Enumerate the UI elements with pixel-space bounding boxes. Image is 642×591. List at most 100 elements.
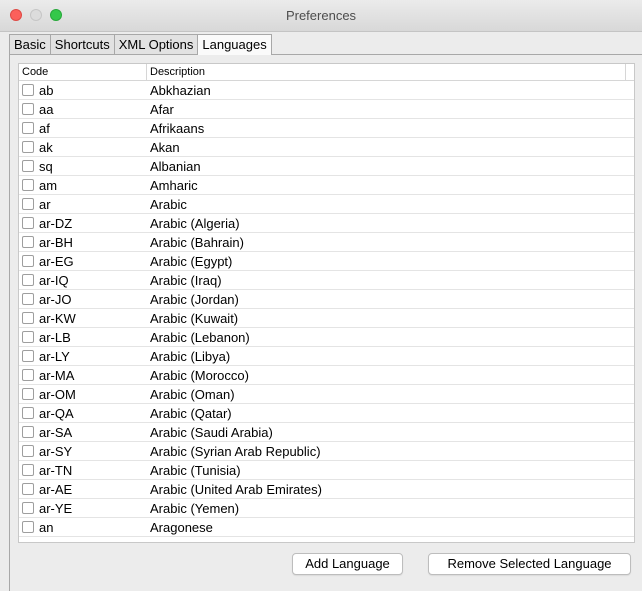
language-description: Arabic (Saudi Arabia)	[150, 424, 273, 440]
code-cell: ar-DZ	[19, 216, 147, 231]
language-description: Arabic (Morocco)	[150, 367, 249, 383]
title-bar: Preferences	[0, 0, 642, 32]
language-description: Akan	[150, 139, 180, 155]
tab-xml-options[interactable]: XML Options	[113, 34, 199, 54]
language-checkbox[interactable]	[22, 198, 34, 210]
column-header-description[interactable]: Description	[147, 64, 626, 80]
language-checkbox[interactable]	[22, 312, 34, 324]
table-row[interactable]: ar-SA Arabic (Saudi Arabia)	[19, 423, 634, 442]
language-checkbox[interactable]	[22, 350, 34, 362]
language-checkbox[interactable]	[22, 445, 34, 457]
code-cell: ar-SY	[19, 444, 147, 459]
table-row[interactable]: ar-SY Arabic (Syrian Arab Republic)	[19, 442, 634, 461]
table-row[interactable]: ar-LY Arabic (Libya)	[19, 347, 634, 366]
language-checkbox[interactable]	[22, 521, 34, 533]
table-row[interactable]: ar-JO Arabic (Jordan)	[19, 290, 634, 309]
language-code: ab	[39, 82, 54, 98]
table-row[interactable]: ab Abkhazian	[19, 81, 634, 100]
tab-basic[interactable]: Basic	[9, 34, 51, 54]
language-checkbox[interactable]	[22, 369, 34, 381]
languages-panel: Code Description ab Abkhazian aa Afar af Afri…	[9, 54, 642, 591]
language-checkbox[interactable]	[22, 426, 34, 438]
language-description: Arabic (Bahrain)	[150, 234, 244, 250]
language-description: Afrikaans	[150, 120, 205, 136]
language-description: Arabic (Jordan)	[150, 291, 239, 307]
table-row[interactable]: ar-LB Arabic (Lebanon)	[19, 328, 634, 347]
language-checkbox[interactable]	[22, 160, 34, 172]
table-row[interactable]: ar Arabic	[19, 195, 634, 214]
tab-bar: Basic Shortcuts XML Options Languages	[9, 34, 272, 55]
language-code: af	[39, 120, 50, 136]
language-description: Arabic (Libya)	[150, 348, 231, 364]
language-code: sq	[39, 158, 53, 174]
table-row[interactable]: ar-DZ Arabic (Algeria)	[19, 214, 634, 233]
language-checkbox[interactable]	[22, 293, 34, 305]
language-checkbox[interactable]	[22, 255, 34, 267]
language-description: Arabic (Yemen)	[150, 500, 240, 516]
language-description: Aragonese	[150, 519, 213, 535]
language-code: ar-LB	[39, 329, 71, 345]
language-checkbox[interactable]	[22, 502, 34, 514]
code-cell: am	[19, 178, 147, 193]
language-code: ar-DZ	[39, 215, 73, 231]
languages-table[interactable]: Code Description ab Abkhazian aa Afar af Afri…	[18, 63, 635, 543]
language-checkbox[interactable]	[22, 122, 34, 134]
code-cell: ar-LB	[19, 330, 147, 345]
language-code: ar-EG	[39, 253, 74, 269]
table-row[interactable]: ar-AE Arabic (United Arab Emirates)	[19, 480, 634, 499]
table-row[interactable]: an Aragonese	[19, 518, 634, 537]
language-checkbox[interactable]	[22, 274, 34, 286]
code-cell: ar-JO	[19, 292, 147, 307]
add-language-button[interactable]: Add Language	[292, 553, 403, 575]
code-cell: aa	[19, 102, 147, 117]
table-row[interactable]: aa Afar	[19, 100, 634, 119]
table-row[interactable]: af Afrikaans	[19, 119, 634, 138]
table-row[interactable]: sq Albanian	[19, 157, 634, 176]
language-code: ar-IQ	[39, 272, 69, 288]
language-code: ar	[39, 196, 51, 212]
table-row[interactable]: am Amharic	[19, 176, 634, 195]
table-row[interactable]: ar-YE Arabic (Yemen)	[19, 499, 634, 518]
table-row[interactable]: ak Akan	[19, 138, 634, 157]
language-checkbox[interactable]	[22, 331, 34, 343]
language-description: Arabic (Lebanon)	[150, 329, 250, 345]
language-code: ar-BH	[39, 234, 73, 250]
language-checkbox[interactable]	[22, 217, 34, 229]
code-cell: an	[19, 520, 147, 535]
table-row[interactable]: ar-EG Arabic (Egypt)	[19, 252, 634, 271]
code-cell: ar-MA	[19, 368, 147, 383]
code-cell: ar-TN	[19, 463, 147, 478]
language-checkbox[interactable]	[22, 141, 34, 153]
table-row[interactable]: ar-QA Arabic (Qatar)	[19, 404, 634, 423]
language-description: Arabic (Kuwait)	[150, 310, 239, 326]
language-code: ar-KW	[39, 310, 76, 326]
table-row[interactable]: ar-OM Arabic (Oman)	[19, 385, 634, 404]
code-cell: af	[19, 121, 147, 136]
table-row[interactable]: ar-BH Arabic (Bahrain)	[19, 233, 634, 252]
language-description: Arabic (Tunisia)	[150, 462, 241, 478]
language-checkbox[interactable]	[22, 407, 34, 419]
code-cell: ar-AE	[19, 482, 147, 497]
language-checkbox[interactable]	[22, 464, 34, 476]
language-checkbox[interactable]	[22, 388, 34, 400]
language-code: ar-LY	[39, 348, 70, 364]
remove-selected-language-button[interactable]: Remove Selected Language	[428, 553, 631, 575]
language-checkbox[interactable]	[22, 103, 34, 115]
language-checkbox[interactable]	[22, 236, 34, 248]
tab-shortcuts[interactable]: Shortcuts	[49, 34, 115, 54]
table-row[interactable]: ar-KW Arabic (Kuwait)	[19, 309, 634, 328]
table-row[interactable]: ar-IQ Arabic (Iraq)	[19, 271, 634, 290]
code-cell: ar	[19, 197, 147, 212]
code-cell: ar-OM	[19, 387, 147, 402]
language-checkbox[interactable]	[22, 84, 34, 96]
code-cell: ar-KW	[19, 311, 147, 326]
language-code: ar-AE	[39, 481, 73, 497]
language-description: Arabic (United Arab Emirates)	[150, 481, 322, 497]
language-checkbox[interactable]	[22, 179, 34, 191]
column-header-code[interactable]: Code	[19, 64, 147, 80]
tab-languages[interactable]: Languages	[197, 34, 272, 55]
language-description: Amharic	[150, 177, 198, 193]
table-row[interactable]: ar-TN Arabic (Tunisia)	[19, 461, 634, 480]
language-checkbox[interactable]	[22, 483, 34, 495]
table-row[interactable]: ar-MA Arabic (Morocco)	[19, 366, 634, 385]
